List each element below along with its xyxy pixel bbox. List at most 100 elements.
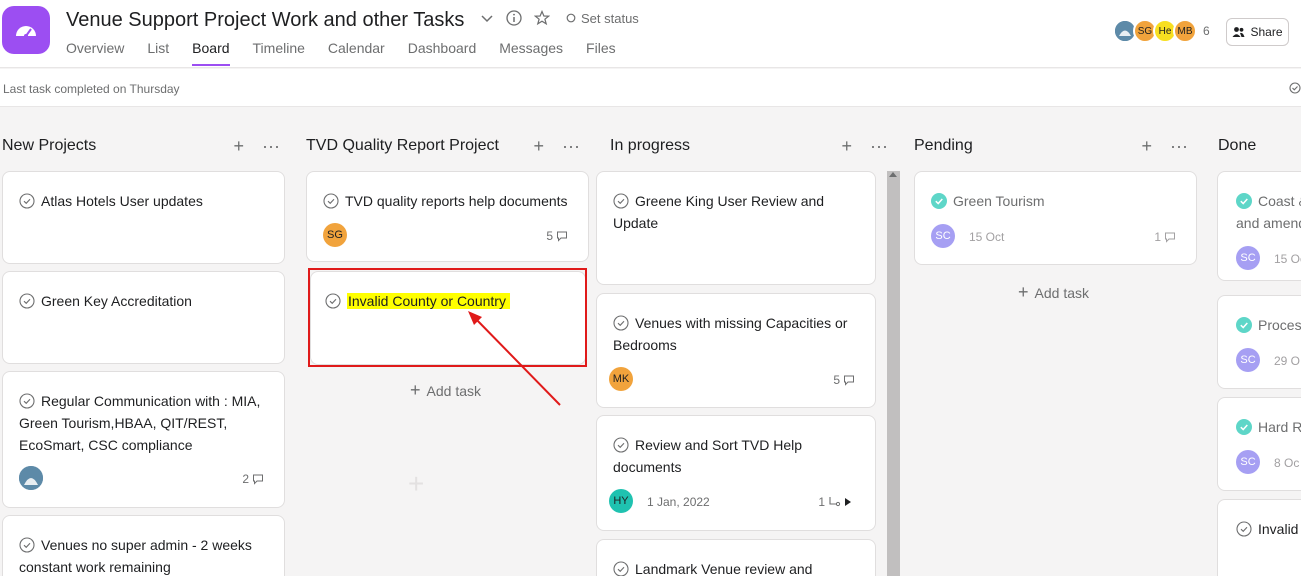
tab-board[interactable]: Board [192,38,230,66]
task-card[interactable]: Greene King User Review and Update [596,171,876,285]
complete-check-icon[interactable] [613,193,629,209]
task-card[interactable]: Venues with missing Capacities or Bedroo… [596,293,876,408]
complete-check-icon[interactable] [19,193,35,209]
add-task-plus-icon[interactable]: + [1142,136,1153,157]
task-card[interactable]: Process SC 29 O [1217,295,1301,389]
column-scrollbar[interactable] [887,171,900,576]
more-options-icon[interactable]: ··· [870,136,888,157]
people-icon [1232,27,1245,37]
check-circle-icon[interactable] [1289,81,1301,99]
assignee-avatar-photo[interactable] [19,466,43,490]
share-button[interactable]: Share [1226,18,1289,46]
scroll-up-arrow-icon[interactable] [889,172,897,177]
task-title: Coast & [1258,193,1301,209]
completed-check-icon[interactable] [1236,193,1252,209]
tab-messages[interactable]: Messages [499,38,563,66]
due-date[interactable]: 15 Oc [1274,252,1301,266]
task-card[interactable]: Green Tourism SC 15 Oct 1 [914,171,1197,265]
info-icon[interactable] [506,10,522,26]
comment-count[interactable]: 5 [546,229,568,243]
drop-target-plus-icon: + [408,468,425,499]
assignee-avatar[interactable]: SC [931,224,955,248]
task-card[interactable]: Invalid [1217,499,1301,576]
complete-check-icon[interactable] [323,193,339,209]
tab-dashboard[interactable]: Dashboard [408,38,477,66]
due-date[interactable]: 1 Jan, 2022 [647,495,710,509]
title-actions: Set status [480,10,639,26]
member-avatar-mb[interactable]: MB [1173,19,1197,43]
task-title: Invalid [1258,521,1299,537]
assignee-avatar[interactable]: SC [1236,348,1260,372]
comment-count[interactable]: 2 [242,472,264,486]
column-title[interactable]: Done [1218,137,1256,155]
task-card[interactable]: Landmark Venue review and [596,539,876,576]
dashboard-gauge-icon [16,26,36,38]
project-tabs: Overview List Board Timeline Calendar Da… [66,38,639,66]
subtask-count[interactable]: 1 [818,495,851,509]
task-card[interactable]: Atlas Hotels User updates [2,171,285,264]
more-options-icon[interactable]: ··· [262,136,280,157]
complete-check-icon[interactable] [613,437,629,453]
task-card[interactable]: Review and Sort TVD Help documents HY 1 … [596,415,876,531]
task-card[interactable]: Venues no super admin - 2 weeks constant… [2,515,285,576]
task-title: TVD quality reports help documents [345,193,568,209]
completed-check-icon[interactable] [1236,317,1252,333]
column-title[interactable]: New Projects [2,137,96,155]
tab-calendar[interactable]: Calendar [328,38,385,66]
status-circle-icon [566,13,576,23]
set-status-button[interactable]: Set status [566,11,639,26]
completed-check-icon[interactable] [1236,419,1252,435]
star-icon[interactable] [534,10,550,26]
due-date[interactable]: 29 O [1274,354,1300,368]
complete-check-icon[interactable] [19,537,35,553]
assignee-avatar[interactable]: HY [609,489,633,513]
task-card[interactable]: Hard R SC 8 Oc [1217,397,1301,491]
project-title[interactable]: Venue Support Project Work and other Tas… [66,9,464,32]
add-task-plus-icon[interactable]: + [842,136,853,157]
due-date[interactable]: 15 Oct [969,230,1004,244]
comment-count[interactable]: 1 [1154,230,1176,244]
comment-icon [253,474,263,485]
add-task-plus-icon[interactable]: + [234,136,245,157]
project-members[interactable]: SG He MB 6 [1113,19,1210,43]
add-task-button[interactable]: + Add task [1018,282,1089,303]
project-icon[interactable] [2,6,50,54]
board-toolbar: Last task completed on Thursday [0,69,1301,107]
assignee-avatar[interactable]: MK [609,367,633,391]
assignee-avatar[interactable]: SC [1236,450,1260,474]
task-card[interactable]: Regular Communication with : MIA, Green … [2,371,285,508]
tab-list[interactable]: List [147,38,169,66]
tab-overview[interactable]: Overview [66,38,124,66]
complete-check-icon[interactable] [613,561,629,576]
more-options-icon[interactable]: ··· [1170,136,1188,157]
member-count[interactable]: 6 [1203,24,1210,38]
task-card[interactable]: Green Key Accreditation [2,271,285,364]
task-card[interactable]: TVD quality reports help documents SG 5 [306,171,589,262]
task-card[interactable]: Coast & and amend SC 15 Oc [1217,171,1301,281]
column-header: In progress + ··· [610,136,896,156]
column-title[interactable]: TVD Quality Report Project [306,137,499,155]
photo-avatar-icon [1115,21,1135,41]
complete-check-icon[interactable] [1236,521,1252,537]
add-task-button[interactable]: + Add task [410,380,481,401]
add-task-plus-icon[interactable]: + [534,136,545,157]
tab-files[interactable]: Files [586,38,616,66]
tab-timeline[interactable]: Timeline [253,38,305,66]
complete-check-icon[interactable] [613,315,629,331]
assignee-avatar[interactable]: SG [323,223,347,247]
add-task-label: Add task [1034,284,1089,301]
column-header: Pending + ··· [914,136,1200,156]
due-date[interactable]: 8 Oc [1274,456,1299,470]
column-title[interactable]: In progress [610,137,690,155]
chevron-down-icon[interactable] [480,11,494,25]
complete-check-icon[interactable] [19,293,35,309]
photo-avatar-icon [19,466,43,490]
plus-icon: + [410,380,421,400]
assignee-avatar[interactable]: SC [1236,246,1260,270]
completed-check-icon[interactable] [931,193,947,209]
more-options-icon[interactable]: ··· [562,136,580,157]
comment-count[interactable]: 5 [833,373,855,387]
task-title-line2: and amend [1236,215,1301,231]
column-title[interactable]: Pending [914,137,973,155]
complete-check-icon[interactable] [19,393,35,409]
